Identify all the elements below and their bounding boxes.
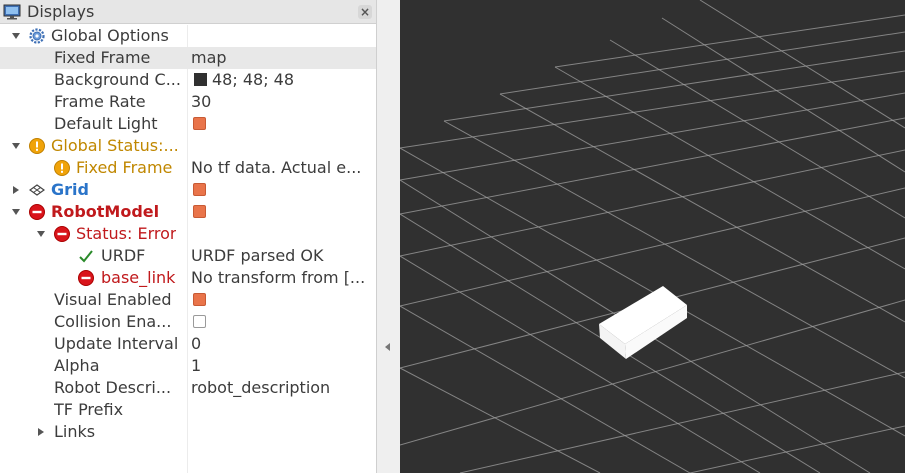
color-swatch[interactable] (194, 73, 207, 86)
chevron-left-icon[interactable] (385, 343, 390, 351)
chevron-right-icon[interactable] (13, 186, 19, 194)
error-icon (78, 270, 94, 286)
tree-item-label: Grid (51, 180, 89, 199)
property-name: Frame Rate (54, 92, 146, 111)
displays-panel: Displays × Global Options Fixed Frame ma… (0, 0, 377, 473)
background-color-value[interactable]: 48; 48; 48 (190, 69, 375, 91)
property-tf-prefix[interactable]: TF Prefix (0, 399, 376, 421)
property-name: Background C... (54, 70, 181, 89)
grid-line (661, 17, 905, 173)
tree-item-links[interactable]: Links (0, 421, 376, 443)
property-name: Default Light (54, 114, 158, 133)
property-name: Robot Descri... (54, 378, 172, 397)
property-name: Visual Enabled (54, 290, 172, 309)
property-visual-enabled[interactable]: Visual Enabled (0, 289, 376, 311)
tree-item-label: Status: Error (76, 224, 177, 243)
grid-line (400, 367, 601, 473)
robot-description-value[interactable]: robot_description (191, 377, 376, 399)
property-name: TF Prefix (54, 400, 124, 419)
3d-scene[interactable] (400, 0, 905, 473)
monitor-icon (3, 4, 21, 20)
chevron-down-icon[interactable] (12, 209, 20, 215)
grid-enabled-checkbox[interactable] (193, 183, 206, 196)
property-update-interval[interactable]: Update Interval 0 (0, 333, 376, 355)
property-alpha[interactable]: Alpha 1 (0, 355, 376, 377)
property-collision-enabled[interactable]: Collision Ena... (0, 311, 376, 333)
warning-icon (29, 138, 45, 154)
fixed-frame-value[interactable]: map (191, 47, 376, 69)
gear-icon (29, 28, 45, 44)
property-name: Fixed Frame (54, 48, 151, 67)
default-light-checkbox[interactable] (193, 117, 206, 130)
chevron-right-icon[interactable] (38, 428, 44, 436)
frame-rate-value[interactable]: 30 (191, 91, 376, 113)
error-icon (54, 226, 70, 242)
chevron-down-icon[interactable] (12, 33, 20, 39)
grid-icon (29, 184, 45, 196)
visual-enabled-checkbox[interactable] (193, 293, 206, 306)
tree-item-global-status[interactable]: Global Status:... (0, 135, 376, 157)
robot-base-link-box (599, 286, 687, 359)
property-robot-description[interactable]: Robot Descri... robot_description (0, 377, 376, 399)
tree-item-status-error[interactable]: Status: Error (0, 223, 376, 245)
grid-line (400, 147, 905, 437)
status-fixed-frame[interactable]: Fixed Frame No tf data. Actual e... (0, 157, 376, 179)
ground-grid (400, 0, 905, 473)
3d-viewport[interactable] (400, 0, 905, 473)
panel-title: Displays (27, 2, 95, 21)
base-link-status-value: No transform from [... (191, 268, 366, 287)
panel-title-bar: Displays × (0, 0, 376, 24)
property-name: URDF (101, 246, 146, 265)
grid-line (609, 39, 905, 219)
grid-line (459, 371, 905, 473)
tree-item-label: Global Options (51, 26, 169, 45)
status-fixed-frame-value: No tf data. Actual e... (191, 158, 362, 177)
property-default-light[interactable]: Default Light (0, 113, 376, 135)
warning-icon (54, 160, 70, 176)
property-name: Update Interval (54, 334, 179, 353)
display-tree[interactable]: Global Options Fixed Frame map Backgroun… (0, 25, 376, 443)
property-background-color[interactable]: Background C... 48; 48; 48 (0, 69, 376, 91)
chevron-down-icon[interactable] (12, 143, 20, 149)
property-frame-rate[interactable]: Frame Rate 30 (0, 91, 376, 113)
alpha-value[interactable]: 1 (191, 355, 376, 377)
color-value-text: 48; 48; 48 (212, 70, 295, 89)
property-name: Collision Ena... (54, 312, 172, 331)
tree-item-label: Global Status:... (51, 136, 179, 155)
grid-line (443, 50, 905, 122)
collision-enabled-checkbox[interactable] (193, 315, 206, 328)
grid-line (400, 255, 761, 473)
status-urdf[interactable]: URDF URDF parsed OK (0, 245, 376, 267)
tree-item-global-options[interactable]: Global Options (0, 25, 376, 47)
grid-line (443, 120, 905, 379)
tree-item-grid[interactable]: Grid (0, 179, 376, 201)
error-icon (29, 204, 45, 220)
property-fixed-frame[interactable]: Fixed Frame map (0, 47, 376, 69)
property-name: Links (54, 422, 96, 441)
update-interval-value[interactable]: 0 (191, 333, 376, 355)
tree-item-robot-model[interactable]: RobotModel (0, 201, 376, 223)
panel-splitter[interactable] (377, 0, 400, 473)
property-name: Fixed Frame (76, 158, 173, 177)
grid-line (400, 187, 905, 307)
status-base-link[interactable]: base_link No transform from [... (0, 267, 376, 289)
robot-model-enabled-checkbox[interactable] (193, 205, 206, 218)
close-icon[interactable]: × (358, 5, 372, 19)
tree-item-label: RobotModel (51, 202, 160, 221)
chevron-down-icon[interactable] (37, 231, 45, 237)
grid-line (499, 31, 905, 95)
property-name: Alpha (54, 356, 100, 375)
grid-line (689, 425, 905, 473)
property-name: base_link (101, 268, 176, 287)
checkmark-icon (79, 250, 93, 263)
urdf-status-value: URDF parsed OK (191, 246, 324, 265)
